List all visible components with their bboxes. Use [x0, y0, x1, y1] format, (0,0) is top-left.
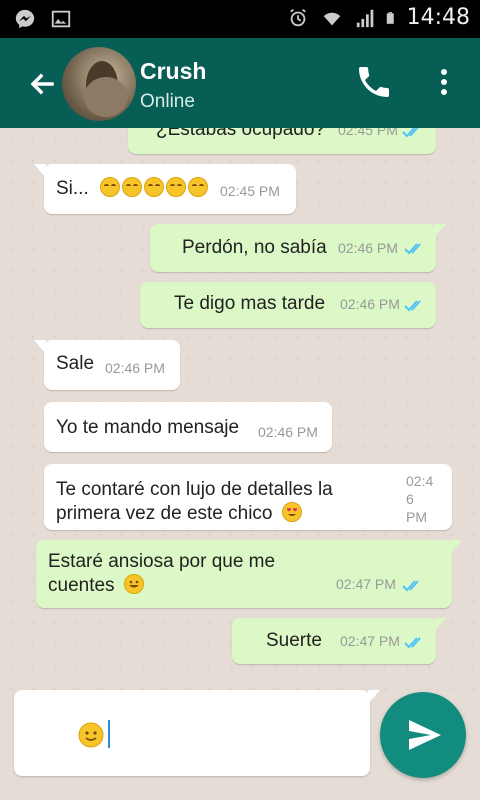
relieved-face-icon: [122, 177, 143, 197]
message-bubble-incoming[interactable]: Si... 02:45 PM: [34, 164, 296, 214]
avatar[interactable]: [62, 47, 136, 121]
read-ticks-icon: [402, 580, 419, 592]
message-text-line: Te contaré con lujo de detalles la: [56, 479, 333, 500]
message-time-part: PM: [406, 509, 427, 525]
back-arrow-icon[interactable]: [22, 64, 62, 104]
message-text-line-2: cuentes: [48, 574, 275, 598]
message-time-part: 02:4: [406, 473, 434, 489]
wifi-icon: [323, 12, 340, 25]
bubble-tail: [450, 540, 462, 554]
message-text-line: cuentes: [48, 575, 115, 596]
read-ticks-icon: [402, 128, 419, 138]
relieved-face-icon: [188, 177, 209, 197]
message-text: Perdón, no sabía: [182, 237, 327, 258]
message-time: 02:46 PM: [105, 360, 165, 376]
message-bubble-incoming[interactable]: Te contaré con lujo de detalles la prime…: [44, 464, 452, 530]
bubble-tail: [34, 340, 46, 354]
message-text: Sale: [56, 353, 95, 374]
bubble-tail: [34, 164, 46, 178]
send-icon: [409, 720, 441, 750]
message-text: Yo te mando mensaje: [56, 417, 240, 438]
clock: 14:48: [406, 5, 470, 30]
heart-eyes-face-icon: [281, 502, 302, 522]
message-time: 02:47 PM: [336, 576, 396, 592]
message-text-content: Si...: [56, 178, 89, 199]
battery-icon: [386, 11, 394, 24]
send-button[interactable]: [380, 692, 466, 778]
message-time: 02:45 PM: [220, 183, 280, 199]
message-time: 02:46 PM: [340, 296, 400, 312]
emoji-group: [100, 177, 210, 199]
message-bubble-outgoing[interactable]: Perdón, no sabía 02:46 PM: [150, 224, 446, 272]
message-bubble-incoming[interactable]: Sale 02:46 PM: [34, 340, 180, 390]
phone-icon[interactable]: [354, 62, 394, 102]
message-bubble-incoming[interactable]: Yo te mando mensaje 02:46 PM: [44, 402, 332, 452]
message-bubble-outgoing[interactable]: ¿Estabas ocupado? 02:45 PM: [128, 128, 436, 154]
message-text: ¿Estabas ocupado?: [156, 128, 326, 140]
more-vert-icon[interactable]: [430, 62, 458, 102]
message-input[interactable]: [14, 690, 380, 776]
message-time: 02:47 PM: [340, 633, 400, 649]
message-time: 02:46 PM: [258, 424, 318, 440]
message-bubble-outgoing[interactable]: Suerte 02:47 PM: [232, 618, 446, 664]
text-cursor: [108, 720, 110, 748]
relieved-face-icon: [166, 177, 187, 197]
message-text: Suerte: [266, 630, 322, 651]
chat-area[interactable]: ¿Estabas ocupado? 02:45 PM Si... 02:45 P…: [0, 128, 480, 690]
contact-status: Online: [140, 91, 195, 112]
bubble-tail: [434, 618, 446, 632]
alarm-icon: [289, 8, 306, 26]
status-bar: 14:48: [0, 0, 480, 38]
grinning-face-icon: [123, 574, 144, 594]
image-icon: [51, 10, 71, 28]
input-tail: [368, 690, 380, 704]
message-bubble-outgoing[interactable]: Estaré ansiosa por que me cuentes 02:47 …: [36, 540, 462, 608]
relieved-face-icon: [100, 177, 121, 197]
message-text: Te contaré con lujo de detalles la prime…: [56, 478, 402, 526]
message-text-line-2: primera vez de este chico: [56, 502, 402, 526]
message-time-part: 6: [406, 491, 414, 507]
message-time: 02:4 6 PM: [406, 472, 433, 526]
message-text-line: primera vez de este chico: [56, 503, 273, 524]
message-text: Estaré ansiosa por que me cuentes: [48, 550, 275, 598]
signal-icon: [356, 9, 373, 27]
relieved-face-icon: [144, 177, 165, 197]
read-ticks-icon: [404, 637, 421, 649]
message-bubble-outgoing[interactable]: Te digo mas tarde 02:46 PM: [140, 282, 436, 328]
message-text: Te digo mas tarde: [174, 293, 326, 314]
read-ticks-icon: [404, 300, 421, 312]
contact-name[interactable]: Crush: [140, 58, 206, 85]
smiling-face-icon: [78, 722, 104, 748]
message-text-line: Estaré ansiosa por que me: [48, 551, 276, 572]
bubble-tail: [434, 224, 446, 238]
messenger-icon: [15, 9, 35, 29]
message-time: 02:45 PM: [338, 128, 398, 138]
message-text: Si...: [56, 177, 210, 201]
read-ticks-icon: [404, 243, 421, 255]
chat-header: Crush Online: [0, 38, 480, 128]
message-time: 02:46 PM: [338, 240, 398, 256]
